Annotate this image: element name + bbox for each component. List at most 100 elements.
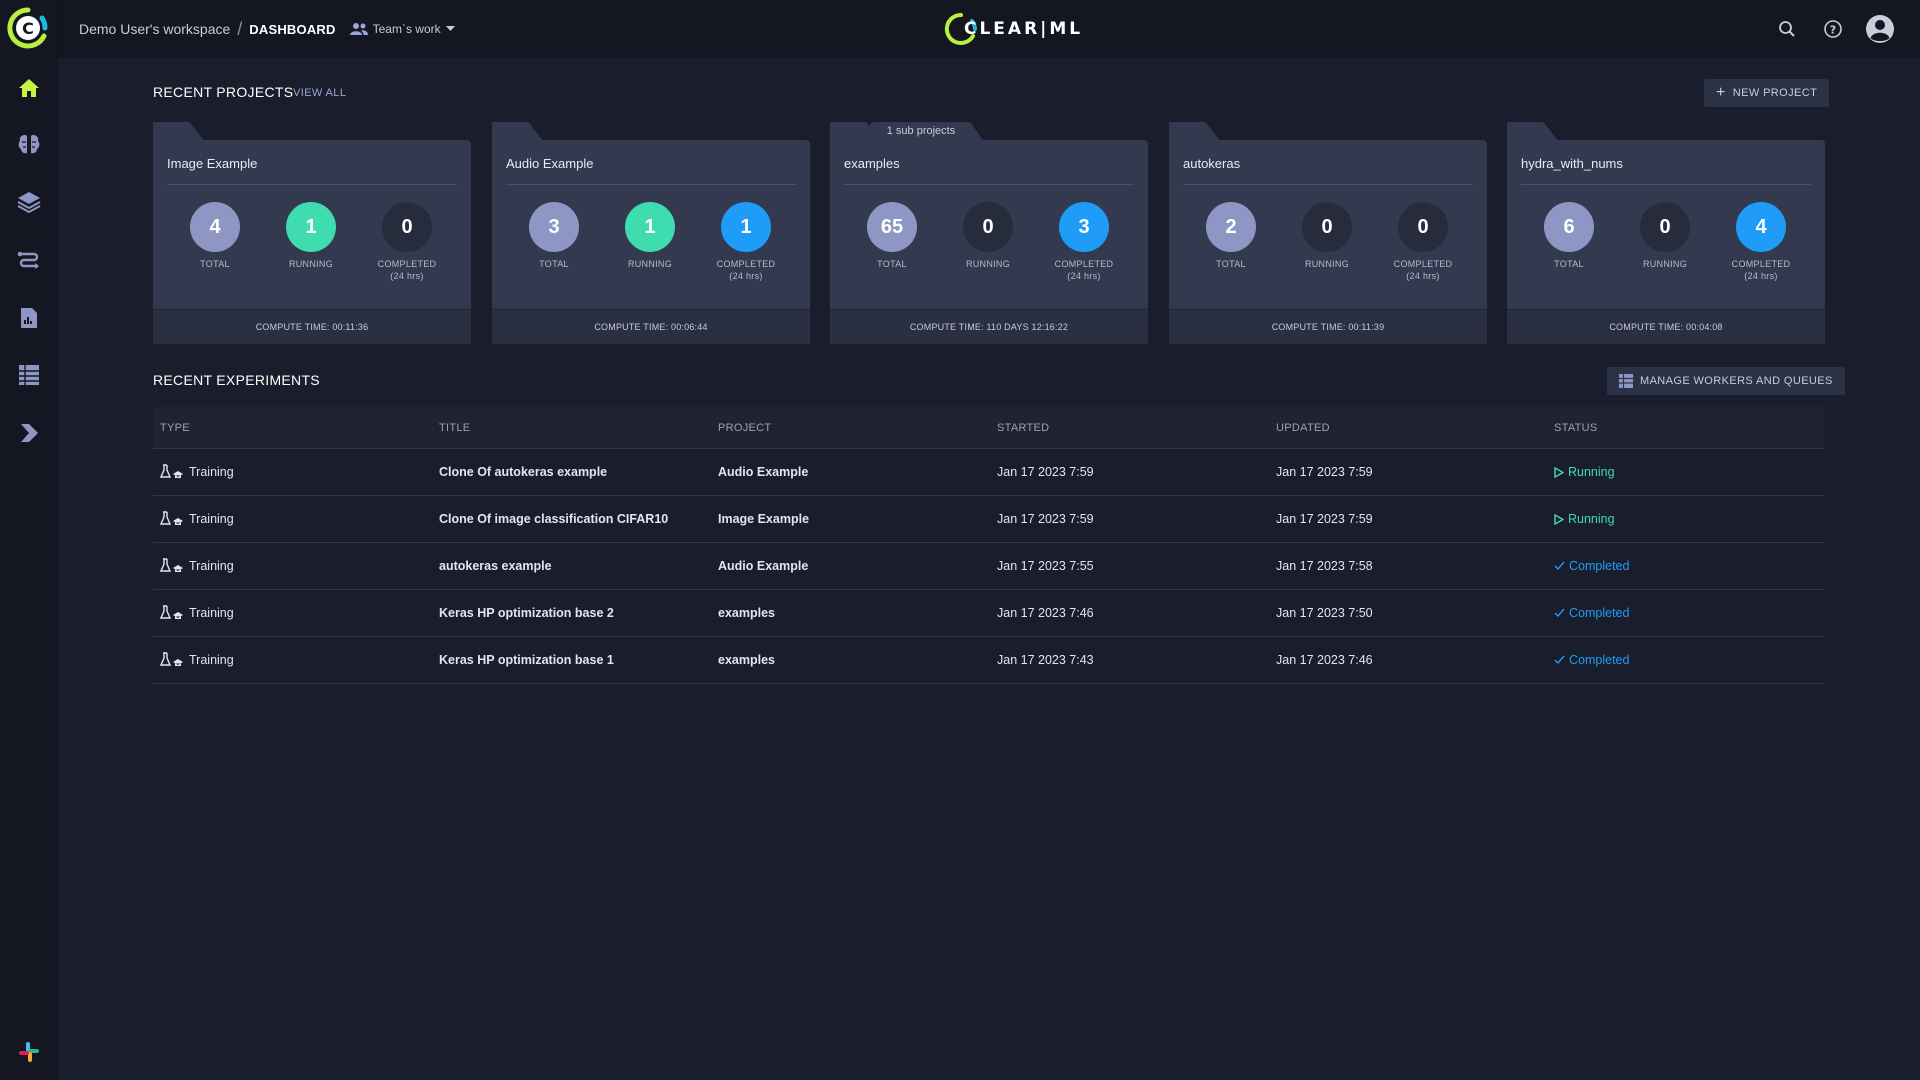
chevron-down-icon [445, 26, 455, 31]
user-avatar-icon[interactable] [1864, 13, 1896, 45]
stat-completed: 4 COMPLETED (24 hrs) [1721, 202, 1801, 282]
stat-running: 1 RUNNING [610, 202, 690, 270]
updated-cell: Jan 17 2023 7:59 [1276, 465, 1373, 479]
project-card[interactable]: 1 sub projects examples 65 TOTAL 0 RUNNI… [830, 122, 1148, 344]
updated-cell: Jan 17 2023 7:50 [1276, 606, 1373, 620]
brand-logo: CLEAR|ML [944, 8, 1083, 50]
status-cell: Running [1547, 465, 1824, 479]
total-label: TOTAL [1216, 259, 1246, 269]
apps-icon [21, 424, 38, 442]
divider [506, 184, 796, 185]
completed-count: 4 [1736, 202, 1786, 252]
new-project-button[interactable]: + NEW PROJECT [1704, 79, 1830, 107]
table-row[interactable]: Training Clone Of autokeras example Audi… [153, 449, 1824, 496]
type-cell: Training [153, 464, 432, 480]
sidebar-item-projects[interactable] [0, 122, 58, 166]
workers-queues-icon [1619, 374, 1633, 388]
stat-running: 1 RUNNING [271, 202, 351, 270]
help-icon[interactable]: ? [1820, 16, 1846, 42]
stat-completed: 0 COMPLETED (24 hrs) [367, 202, 447, 282]
sidebar-item-reports[interactable] [0, 296, 58, 340]
breadcrumb-workspace[interactable]: Demo User's workspace [79, 21, 230, 37]
type-label: Training [189, 512, 234, 526]
project-name: Audio Example [506, 156, 594, 171]
card-body: Audio Example 3 TOTAL 1 RUNNING 1 COMPLE… [492, 140, 810, 309]
stat-total: 3 TOTAL [514, 202, 594, 270]
project-card[interactable]: Audio Example 3 TOTAL 1 RUNNING 1 COMPLE… [492, 122, 810, 344]
compute-time: COMPUTE TIME: 00:11:36 [153, 309, 471, 344]
project-cell: Audio Example [718, 465, 809, 479]
started-cell: Jan 17 2023 7:55 [997, 559, 1094, 573]
column-header-type[interactable]: TYPE [153, 422, 432, 434]
completed-label: COMPLETED (24 hrs) [1721, 258, 1801, 282]
manage-workers-label: MANAGE WORKERS AND QUEUES [1640, 375, 1833, 387]
title-cell: autokeras example [439, 559, 552, 573]
running-count: 0 [1640, 202, 1690, 252]
total-label: TOTAL [1554, 259, 1584, 269]
type-label: Training [189, 606, 234, 620]
card-body: examples 65 TOTAL 0 RUNNING 3 COMPLETED … [830, 140, 1148, 309]
total-label: TOTAL [200, 259, 230, 269]
sidebar-item-home[interactable] [0, 66, 58, 110]
sidebar-item-applications[interactable] [0, 411, 58, 455]
stat-total: 65 TOTAL [852, 202, 932, 270]
column-header-started[interactable]: STARTED [990, 422, 1269, 434]
check-icon [1554, 561, 1565, 571]
manage-workers-queues-button[interactable]: MANAGE WORKERS AND QUEUES [1607, 367, 1845, 395]
table-row[interactable]: Training autokeras example Audio Example… [153, 543, 1824, 590]
completed-count: 3 [1059, 202, 1109, 252]
type-cell: Training [153, 558, 432, 574]
team-filter-dropdown[interactable]: Team`s work [349, 22, 455, 36]
status-label: Running [1568, 512, 1615, 526]
stat-completed: 1 COMPLETED (24 hrs) [706, 202, 786, 282]
running-count: 1 [625, 202, 675, 252]
total-label: TOTAL [877, 259, 907, 269]
type-label: Training [189, 653, 234, 667]
card-folder-tab [1507, 122, 1559, 142]
sidebar-item-workers[interactable] [0, 353, 58, 397]
divider [1521, 184, 1811, 185]
slack-icon[interactable] [0, 1030, 58, 1074]
check-icon [1554, 608, 1565, 618]
project-card[interactable]: autokeras 2 TOTAL 0 RUNNING 0 COMPLETED … [1169, 122, 1487, 344]
svg-text:?: ? [1830, 24, 1836, 37]
title-cell: Clone Of image classification CIFAR10 [439, 512, 669, 526]
sidebar-item-pipelines[interactable] [0, 238, 58, 282]
completed-label-sub: (24 hrs) [390, 271, 424, 281]
column-header-title[interactable]: TITLE [432, 422, 711, 434]
team-icon [349, 23, 368, 35]
column-header-updated[interactable]: UPDATED [1269, 422, 1547, 434]
column-header-status[interactable]: STATUS [1547, 422, 1824, 434]
training-icon [160, 652, 183, 666]
project-card[interactable]: Image Example 4 TOTAL 1 RUNNING 0 COMPLE… [153, 122, 471, 344]
sidebar-item-datasets[interactable] [0, 180, 58, 224]
column-header-project[interactable]: PROJECT [711, 422, 990, 434]
updated-cell: Jan 17 2023 7:59 [1276, 512, 1373, 526]
status-cell: Running [1547, 512, 1824, 526]
clearml-logo-icon[interactable]: C [6, 6, 50, 50]
team-filter-label: Team`s work [372, 22, 441, 36]
table-row[interactable]: Training Keras HP optimization base 2 ex… [153, 590, 1824, 637]
layers-icon [17, 192, 41, 214]
training-icon [160, 605, 183, 619]
running-label: RUNNING [288, 259, 334, 269]
table-row[interactable]: Training Keras HP optimization base 1 ex… [153, 637, 1824, 684]
project-card[interactable]: hydra_with_nums 6 TOTAL 0 RUNNING 4 COMP… [1507, 122, 1825, 344]
recent-experiments-title: RECENT EXPERIMENTS [153, 372, 320, 388]
completed-label-main: COMPLETED [716, 259, 776, 269]
updated-cell: Jan 17 2023 7:58 [1276, 559, 1373, 573]
view-all-link[interactable]: VIEW ALL [293, 87, 346, 99]
stat-running: 0 RUNNING [1625, 202, 1705, 270]
card-body: Image Example 4 TOTAL 1 RUNNING 0 COMPLE… [153, 140, 471, 309]
completed-label-main: COMPLETED [1731, 259, 1791, 269]
stat-total: 4 TOTAL [175, 202, 255, 270]
running-label: RUNNING [1304, 259, 1350, 269]
table-row[interactable]: Training Clone Of image classification C… [153, 496, 1824, 543]
title-cell: Clone Of autokeras example [439, 465, 608, 479]
new-project-label: NEW PROJECT [1732, 87, 1818, 99]
search-icon[interactable] [1774, 16, 1800, 42]
title-cell: Keras HP optimization base 2 [439, 606, 614, 620]
started-cell: Jan 17 2023 7:59 [997, 512, 1094, 526]
play-icon [1554, 513, 1564, 525]
sidebar: C [0, 0, 58, 1080]
